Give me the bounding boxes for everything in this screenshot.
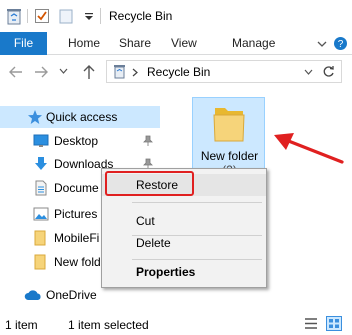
ribbon: File Home Share View Manage ? (0, 32, 352, 55)
address-bar-row: Recycle Bin (0, 57, 352, 87)
new-folder-icon[interactable] (58, 7, 74, 25)
menu-item-cut[interactable]: Cut (102, 210, 266, 232)
recycle-bin-icon (7, 9, 21, 25)
sidebar-item-label: MobileFi (54, 231, 100, 245)
sidebar-item-label: OneDrive (46, 288, 97, 302)
sidebar-item-label: New fold (54, 255, 101, 269)
star-icon (28, 110, 42, 124)
details-view-icon[interactable] (304, 317, 318, 330)
breadcrumb-chevron-icon[interactable] (132, 68, 138, 77)
document-icon (35, 180, 47, 196)
back-arrow-icon[interactable] (9, 65, 23, 79)
properties-icon[interactable] (34, 7, 50, 25)
menu-separator (132, 259, 262, 260)
folder-icon (34, 254, 46, 270)
refresh-icon[interactable] (322, 65, 335, 78)
recycle-bin-icon (114, 65, 125, 79)
cloud-icon (24, 290, 41, 300)
menu-item-delete[interactable]: Delete (102, 232, 266, 254)
up-arrow-icon[interactable] (82, 64, 96, 80)
sidebar-item-label: Desktop (54, 134, 99, 148)
qa-divider (27, 9, 28, 23)
tab-share[interactable]: Share (119, 32, 151, 55)
sidebar-item-quick-access[interactable]: Quick access (0, 106, 160, 128)
folder-item[interactable]: New folder (2) (192, 97, 265, 177)
window-title: Recycle Bin (109, 9, 173, 23)
forward-arrow-icon[interactable] (34, 65, 48, 79)
annotation-highlight-box (105, 171, 194, 196)
status-bar: 1 item 1 item selected (0, 312, 352, 335)
folder-icon (34, 230, 46, 246)
sidebar-item-label: Docume (54, 181, 99, 195)
title-divider (100, 8, 101, 24)
recent-locations-chevron-icon[interactable] (59, 68, 68, 75)
sidebar-item-label: Quick access (46, 110, 118, 124)
help-icon[interactable]: ? (333, 36, 348, 51)
annotation-arrow-icon (274, 133, 344, 164)
pictures-icon (33, 207, 49, 221)
tab-manage[interactable]: Manage (232, 32, 275, 55)
menu-item-properties[interactable]: Properties (102, 261, 266, 283)
status-item-count: 1 item (5, 318, 38, 332)
svg-text:?: ? (338, 39, 344, 50)
folder-icon (213, 108, 245, 142)
desktop-icon (33, 134, 49, 147)
chevron-down-icon[interactable] (84, 7, 94, 25)
chevron-down-icon[interactable] (317, 40, 327, 48)
menu-separator (132, 202, 262, 203)
large-icons-view-icon[interactable] (326, 316, 342, 331)
sidebar-item-label: Pictures (54, 207, 98, 221)
status-selected: 1 item selected (68, 318, 149, 332)
tab-home[interactable]: Home (68, 32, 100, 55)
sidebar-item-desktop[interactable]: Desktop (0, 130, 160, 152)
download-arrow-icon (35, 157, 47, 170)
tab-view[interactable]: View (171, 32, 197, 55)
title-bar: Recycle Bin (0, 0, 352, 32)
folder-item-label: New folder (200, 149, 259, 163)
address-box[interactable]: Recycle Bin (106, 60, 342, 83)
address-path[interactable]: Recycle Bin (147, 65, 210, 79)
chevron-down-icon[interactable] (304, 69, 313, 76)
pin-icon[interactable] (143, 135, 153, 147)
tab-file[interactable]: File (0, 32, 47, 55)
